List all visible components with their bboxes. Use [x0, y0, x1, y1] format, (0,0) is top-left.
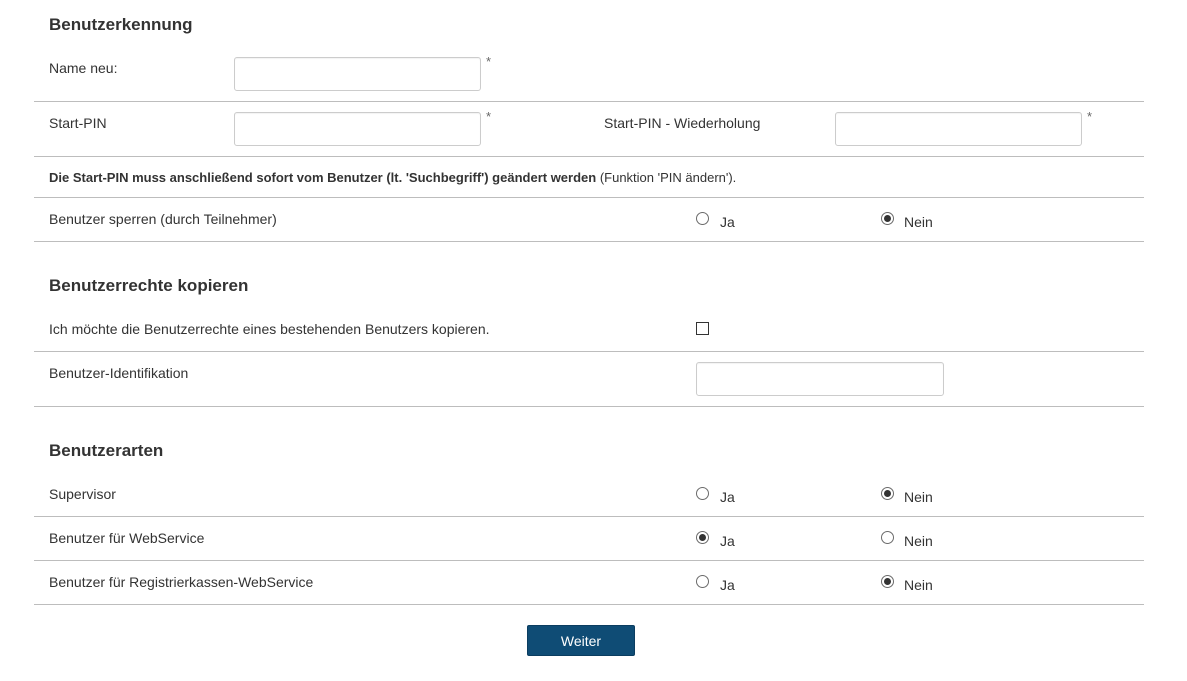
start-pin-repeat-input[interactable] [835, 112, 1082, 146]
divider [34, 604, 1144, 605]
copy-rights-checkbox[interactable] [696, 322, 709, 335]
lock-user-no-radio[interactable] [881, 212, 894, 225]
required-marker: * [1087, 109, 1093, 124]
webservice-user-yes-label: Ja [720, 533, 735, 549]
name-new-label: Name neu: [49, 60, 118, 76]
divider [34, 351, 1144, 352]
divider [34, 156, 1144, 157]
cash-register-webservice-yes-label: Ja [720, 577, 735, 593]
supervisor-label: Supervisor [49, 486, 116, 502]
user-identification-label: Benutzer-Identifikation [49, 365, 189, 381]
pin-change-note-rest: (Funktion 'PIN ändern'). [596, 170, 737, 185]
supervisor-yes-label: Ja [720, 489, 735, 505]
divider [34, 516, 1144, 517]
lock-user-yes-label: Ja [720, 214, 735, 230]
cash-register-webservice-label: Benutzer für Registrierkassen-WebService [49, 574, 314, 590]
pin-change-note-bold: Die Start-PIN muss anschließend sofort v… [49, 170, 597, 185]
cash-register-webservice-yes-radio[interactable] [696, 575, 709, 588]
section-title-copy-rights: Benutzerrechte kopieren [49, 276, 249, 295]
lock-user-label: Benutzer sperren (durch Teilnehmer) [49, 211, 277, 227]
webservice-user-yes-radio[interactable] [696, 531, 709, 544]
webservice-user-no-label: Nein [904, 533, 933, 549]
supervisor-no-label: Nein [904, 489, 933, 505]
start-pin-input[interactable] [234, 112, 481, 146]
divider [34, 560, 1144, 561]
cash-register-webservice-no-radio[interactable] [881, 575, 894, 588]
next-button[interactable]: Weiter [527, 625, 635, 656]
divider [34, 101, 1144, 102]
name-new-input[interactable] [234, 57, 481, 91]
webservice-user-label: Benutzer für WebService [49, 530, 205, 546]
webservice-user-no-radio[interactable] [881, 531, 894, 544]
section-title-user-types: Benutzerarten [49, 441, 164, 460]
user-identification-input[interactable] [696, 362, 944, 396]
start-pin-repeat-label: Start-PIN - Wiederholung [604, 115, 761, 131]
copy-rights-label: Ich möchte die Benutzerrechte eines best… [49, 321, 490, 337]
divider [34, 197, 1144, 198]
start-pin-label: Start-PIN [49, 115, 107, 131]
supervisor-yes-radio[interactable] [696, 487, 709, 500]
pin-change-note: Die Start-PIN muss anschließend sofort v… [49, 170, 736, 185]
cash-register-webservice-no-label: Nein [904, 577, 933, 593]
required-marker: * [486, 109, 492, 124]
lock-user-no-label: Nein [904, 214, 933, 230]
divider [34, 241, 1144, 242]
section-title-user-id: Benutzerkennung [49, 15, 193, 34]
supervisor-no-radio[interactable] [881, 487, 894, 500]
divider [34, 406, 1144, 407]
lock-user-yes-radio[interactable] [696, 212, 709, 225]
required-marker: * [486, 54, 492, 69]
